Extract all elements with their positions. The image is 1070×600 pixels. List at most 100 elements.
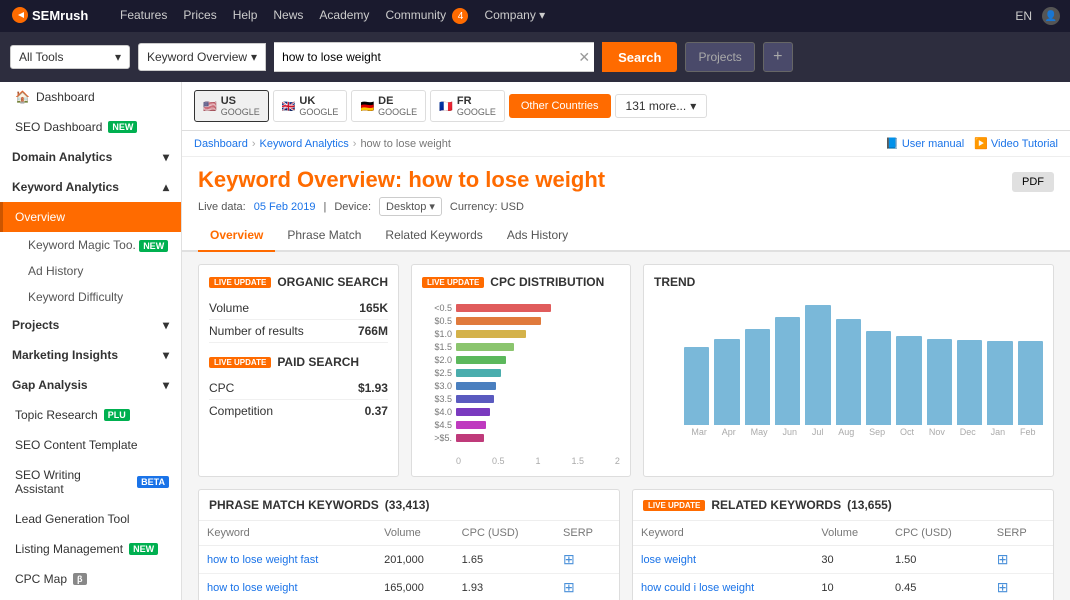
device-value: Desktop [386, 201, 426, 213]
other-countries-button[interactable]: Other Countries [509, 94, 611, 118]
country-tab-fr[interactable]: 🇫🇷 FR GOOGLE [430, 90, 505, 122]
add-project-button[interactable]: + [763, 42, 793, 72]
projects-arrow: ▾ [163, 318, 169, 332]
tab-related-keywords[interactable]: Related Keywords [373, 220, 494, 252]
nav-academy[interactable]: Academy [319, 8, 369, 25]
cpc-bar-row: $2.0 [422, 355, 620, 365]
phrase-kw-1[interactable]: how to lose weight fast [207, 554, 318, 566]
main-content: 🇺🇸 US GOOGLE 🇬🇧 UK GOOGLE 🇩🇪 DE GOOGLE [182, 82, 1070, 600]
nav-news[interactable]: News [273, 8, 303, 25]
sidebar-item-ad-history[interactable]: Ad History [0, 258, 181, 284]
search-input[interactable] [274, 42, 594, 72]
us-flag: 🇺🇸 [203, 100, 217, 113]
sidebar-item-projects[interactable]: Projects ▾ [0, 310, 181, 340]
trend-axis-label: Jun [783, 427, 798, 437]
related-kw-2[interactable]: how could i lose weight [641, 582, 754, 594]
serp-icon-2[interactable]: ⊞ [563, 579, 575, 595]
other-countries-dropdown[interactable]: 131 more... ▾ [615, 94, 708, 118]
logo[interactable]: SEMrush [10, 5, 100, 28]
uk-engine: GOOGLE [299, 107, 338, 117]
sidebar-item-seo-writing[interactable]: SEO Writing Assistant BETA [0, 460, 181, 504]
sidebar-item-gap-analysis[interactable]: Gap Analysis ▾ [0, 370, 181, 400]
sidebar-item-marketing-insights[interactable]: Marketing Insights ▾ [0, 340, 181, 370]
nav-prices[interactable]: Prices [183, 8, 216, 25]
cpc-bar [456, 408, 490, 416]
sidebar-item-keyword-magic[interactable]: Keyword Magic Too. NEW [0, 232, 181, 258]
nav-features[interactable]: Features [120, 8, 167, 25]
trend-bar [805, 305, 830, 425]
tab-ads-history[interactable]: Ads History [495, 220, 580, 252]
cpc-map-label: CPC Map [15, 572, 67, 586]
nav-help[interactable]: Help [233, 8, 258, 25]
cpc-label: CPC [209, 381, 234, 395]
country-tab-de[interactable]: 🇩🇪 DE GOOGLE [351, 90, 426, 122]
kw-date[interactable]: 05 Feb 2019 [254, 201, 316, 213]
language-selector[interactable]: EN [1015, 9, 1032, 23]
related-header: live update RELATED KEYWORDS (13,655) [633, 490, 1053, 521]
related-cpc-2: 0.45 [887, 574, 989, 600]
related-keywords-table: Keyword Volume CPC (USD) SERP lose weigh… [633, 521, 1053, 600]
sidebar-item-my-reports[interactable]: My Reports ▾ [0, 594, 181, 600]
keyword-analytics-label: Keyword Analytics [12, 180, 119, 194]
tab-phrase-match[interactable]: Phrase Match [275, 220, 373, 252]
organic-title: live update ORGANIC SEARCH [209, 275, 388, 289]
user-avatar[interactable]: 👤 [1042, 7, 1060, 25]
video-tutorial-button[interactable]: ▶️ Video Tutorial [974, 137, 1058, 150]
search-clear-icon[interactable]: ✕ [578, 49, 590, 66]
related-serp-1[interactable]: ⊞ [997, 551, 1009, 567]
sidebar-item-topic-research[interactable]: Topic Research PLU [0, 400, 181, 430]
table-row: how could i lose weight 10 0.45 ⊞ [633, 574, 1053, 600]
svg-text:SEMrush: SEMrush [32, 8, 88, 23]
all-tools-dropdown[interactable]: All Tools ▾ [10, 45, 130, 69]
tab-overview[interactable]: Overview [198, 220, 275, 252]
sidebar-item-overview[interactable]: Overview [0, 202, 181, 232]
nav-community[interactable]: Community 4 [385, 8, 468, 25]
search-button[interactable]: Search [602, 42, 677, 72]
cpc-distribution-card: live update CPC DISTRIBUTION <0.5 $0.5 $… [411, 264, 631, 477]
trend-axis-label: Jan [991, 427, 1006, 437]
phrase-match-title: PHRASE MATCH KEYWORDS [209, 498, 379, 512]
kw-title-keyword: how to lose weight [408, 167, 605, 192]
sidebar-item-seo-content-template[interactable]: SEO Content Template [0, 430, 181, 460]
related-kw-1[interactable]: lose weight [641, 554, 696, 566]
trend-axis-label: Oct [900, 427, 914, 437]
breadcrumb-dashboard[interactable]: Dashboard [194, 138, 248, 150]
phrase-col-keyword: Keyword [199, 521, 376, 546]
kw-meta: Live data: 05 Feb 2019 | Device: Desktop… [198, 197, 1054, 216]
sidebar-item-keyword-analytics[interactable]: Keyword Analytics ▴ [0, 172, 181, 202]
trend-bar [927, 339, 952, 425]
country-tab-us[interactable]: 🇺🇸 US GOOGLE [194, 90, 269, 122]
sidebar-item-cpc-map[interactable]: CPC Map β [0, 564, 181, 594]
sidebar-item-keyword-difficulty[interactable]: Keyword Difficulty [0, 284, 181, 310]
sidebar-item-dashboard[interactable]: 🏠 Dashboard [0, 82, 181, 112]
phrase-kw-2[interactable]: how to lose weight [207, 582, 298, 594]
cpc-bar [456, 369, 501, 377]
sidebar-item-domain-analytics[interactable]: Domain Analytics ▾ [0, 142, 181, 172]
sidebar-item-lead-gen[interactable]: Lead Generation Tool [0, 504, 181, 534]
results-row: Number of results 766M [209, 320, 388, 343]
organic-live-badge: live update [209, 277, 271, 288]
device-selector[interactable]: Desktop ▾ [379, 197, 442, 216]
projects-button[interactable]: Projects [685, 42, 754, 72]
pdf-button[interactable]: PDF [1012, 172, 1054, 192]
other-countries-label: Other Countries [521, 100, 599, 112]
user-manual-button[interactable]: 📘 User manual [885, 137, 964, 150]
cpc-bar [456, 356, 506, 364]
country-tab-uk[interactable]: 🇬🇧 UK GOOGLE [273, 90, 348, 122]
nav-company[interactable]: Company ▾ [484, 8, 545, 25]
right-nav: EN 👤 [1015, 7, 1060, 25]
keyword-overview-header: Keyword Overview: how to lose weight PDF… [182, 157, 1070, 220]
trend-axis-label: Aug [838, 427, 854, 437]
cpc-bar-row: $3.5 [422, 394, 620, 404]
keyword-overview-select[interactable]: Keyword Overview ▾ [138, 43, 266, 71]
related-serp-2[interactable]: ⊞ [997, 579, 1009, 595]
related-keywords-card: live update RELATED KEYWORDS (13,655) Ke… [632, 489, 1054, 600]
sidebar-item-listing-management[interactable]: Listing Management NEW [0, 534, 181, 564]
trend-axis-label: Feb [1020, 427, 1036, 437]
breadcrumb-keyword-analytics[interactable]: Keyword Analytics [260, 138, 349, 150]
serp-icon-1[interactable]: ⊞ [563, 551, 575, 567]
dropdown-chevron: ▾ [690, 99, 696, 113]
cpc-bar-row: $4.5 [422, 420, 620, 430]
phrase-match-card: PHRASE MATCH KEYWORDS (33,413) Keyword V… [198, 489, 620, 600]
sidebar-item-seo-dashboard[interactable]: SEO Dashboard NEW [0, 112, 181, 142]
